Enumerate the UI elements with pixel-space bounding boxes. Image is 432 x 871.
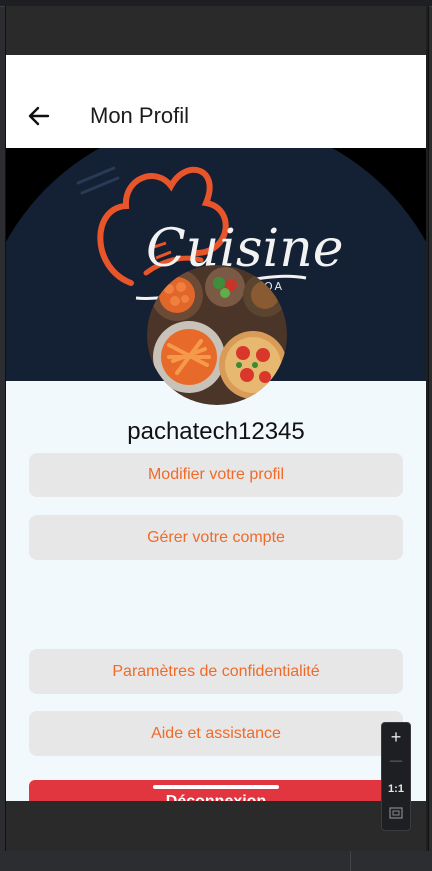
page-title: Mon Profil <box>90 103 190 128</box>
username: pachatech12345 <box>127 418 305 445</box>
edit-profile-button[interactable]: Modifier votre profil <box>29 453 403 497</box>
zoom-out-button[interactable]: — <box>382 753 410 767</box>
emulator-bottom-strip <box>0 851 432 871</box>
zoom-reset-button[interactable]: 1:1 <box>382 783 410 795</box>
zoom-in-button[interactable]: + <box>382 727 410 748</box>
logout-button[interactable]: Déconnexion <box>29 780 403 801</box>
help-support-button[interactable]: Aide et assistance <box>29 711 403 756</box>
arrow-back-icon[interactable] <box>28 105 50 127</box>
home-indicator[interactable] <box>153 785 279 789</box>
status-bar <box>6 6 426 55</box>
navigation-bar <box>6 801 426 851</box>
zoom-controls: + — 1:1 <box>381 722 411 831</box>
privacy-settings-button[interactable]: Paramètres de confidentialité <box>29 649 403 694</box>
app-bar: Mon Profil <box>6 55 426 148</box>
avatar <box>147 265 287 405</box>
manage-account-button[interactable]: Gérer votre compte <box>29 515 403 560</box>
fit-screen-icon[interactable] <box>382 807 410 822</box>
divider <box>350 851 351 871</box>
